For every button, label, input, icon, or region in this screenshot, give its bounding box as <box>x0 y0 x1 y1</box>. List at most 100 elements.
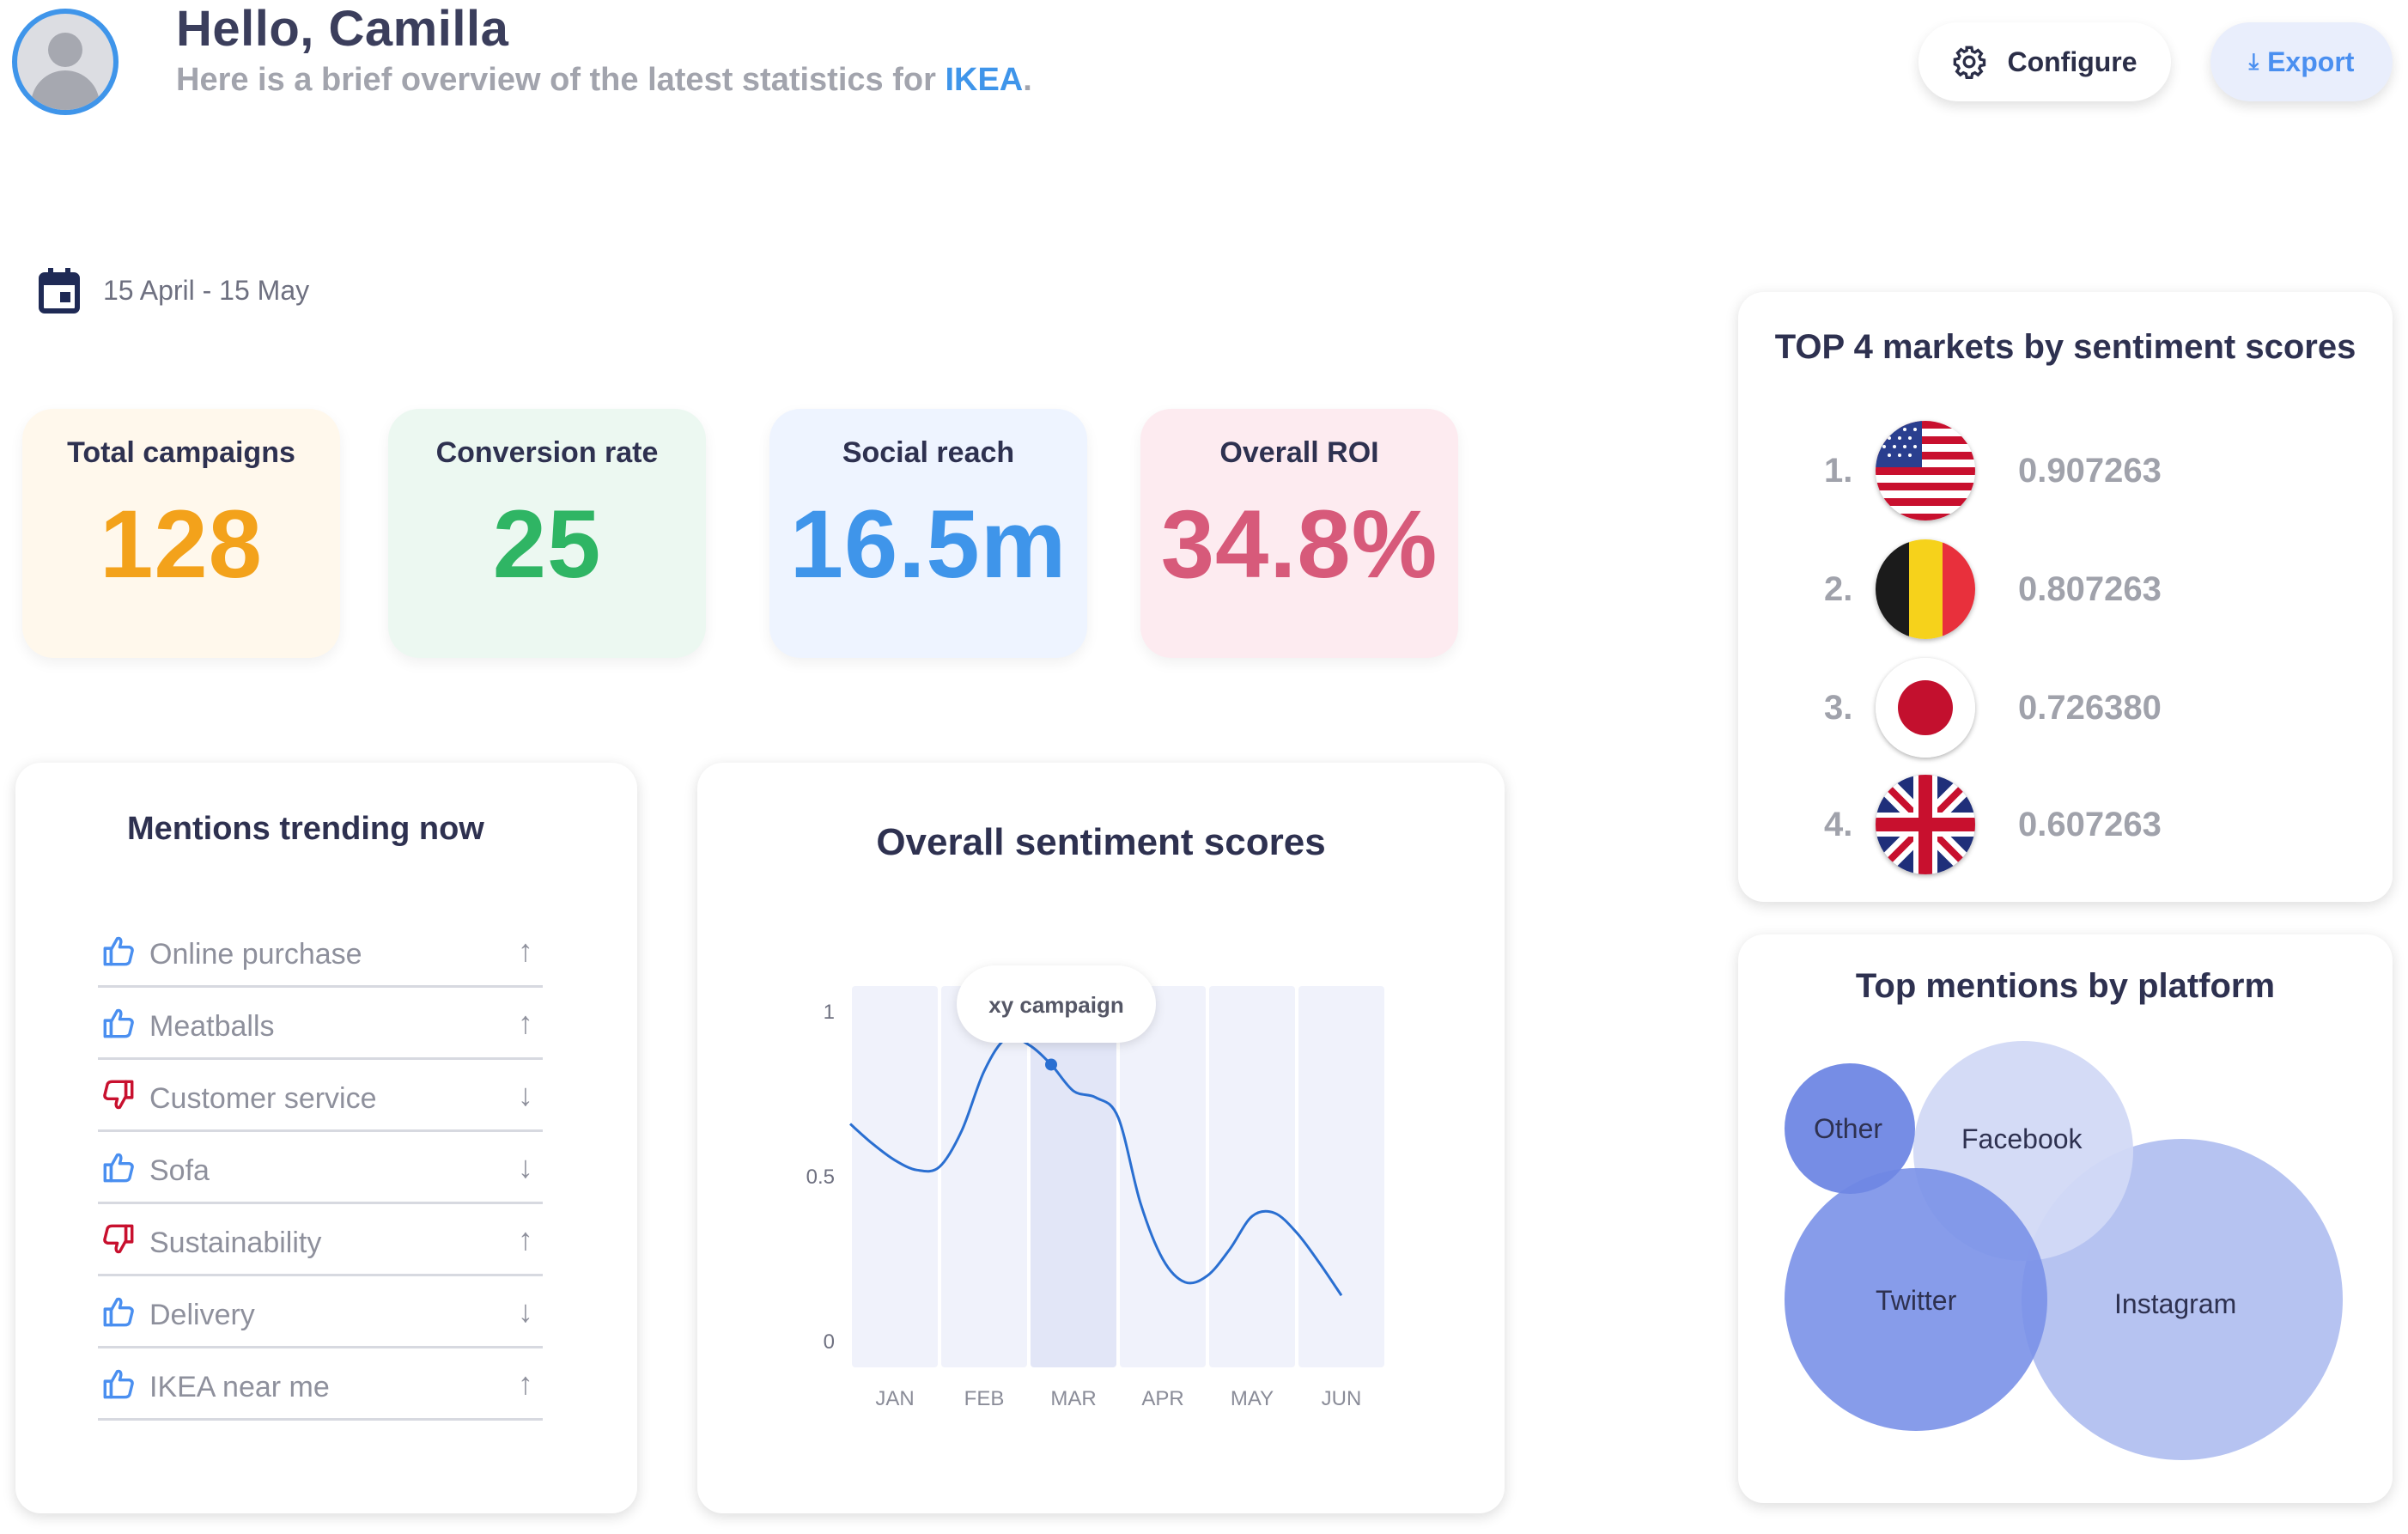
export-label: Export <box>2267 46 2355 77</box>
markets-panel: TOP 4 markets by sentiment scores 1. 0.9… <box>1738 292 2393 902</box>
mention-label: Customer service <box>149 1082 377 1115</box>
kpi-social-reach[interactable]: Social reach 16.5m <box>769 409 1087 658</box>
kpi-label: Conversion rate <box>435 436 659 469</box>
mention-label: IKEA near me <box>149 1371 330 1403</box>
sentiment-chart[interactable]: JAN FEB MAR APR MAY JUN 0 0.5 1 xy campaign <box>697 763 1505 1513</box>
thumbs-up-icon <box>98 1150 139 1184</box>
gear-icon <box>1954 46 1986 79</box>
uk-flag-icon <box>1876 775 1975 874</box>
brand-name: IKEA <box>945 62 1024 98</box>
date-range[interactable]: 15 April - 15 May <box>38 266 309 314</box>
kpi-label: Overall ROI <box>1219 436 1379 469</box>
thumbs-down-icon <box>98 1222 139 1257</box>
thumbs-up-icon <box>98 1294 139 1329</box>
mention-label: Sustainability <box>149 1227 322 1259</box>
market-score: 0.907263 <box>2018 451 2162 490</box>
chart-column[interactable] <box>1031 986 1116 1367</box>
market-score: 0.726380 <box>2018 688 2162 727</box>
kpi-value: 128 <box>100 490 263 598</box>
subtitle: Here is a brief overview of the latest s… <box>176 62 1032 99</box>
y-tick-label: 0 <box>824 1330 835 1354</box>
chart-column[interactable] <box>852 986 938 1367</box>
kpi-total-campaigns[interactable]: Total campaigns 128 <box>22 409 340 658</box>
thumbs-up-icon <box>98 1367 139 1401</box>
mention-item[interactable]: Online purchase ↑ <box>98 916 543 988</box>
mention-item[interactable]: Delivery ↓ <box>98 1276 543 1348</box>
bubble-label: Twitter <box>1876 1285 1957 1316</box>
arrow-up-icon: ↑ <box>518 1365 533 1401</box>
configure-label: Configure <box>2007 46 2137 77</box>
x-tick-label: FEB <box>964 1387 1005 1410</box>
export-button[interactable]: ⤓ Export <box>2210 22 2393 101</box>
kpi-value: 16.5m <box>789 490 1067 598</box>
mention-item[interactable]: Sustainability ↑ <box>98 1204 543 1276</box>
market-rank: 2. <box>1824 569 1853 608</box>
thumbs-up-icon <box>98 934 139 968</box>
market-row[interactable]: 2. 0.807263 <box>1824 539 2162 639</box>
configure-button[interactable]: Configure <box>1918 22 2171 101</box>
market-rank: 3. <box>1824 688 1853 727</box>
y-tick-label: 0.5 <box>806 1166 835 1189</box>
mention-item[interactable]: Customer service ↓ <box>98 1060 543 1132</box>
kpi-value: 34.8% <box>1160 490 1438 598</box>
x-tick-label: MAR <box>1050 1387 1096 1410</box>
mention-label: Meatballs <box>149 1010 275 1043</box>
market-score: 0.607263 <box>2018 805 2162 843</box>
kpi-conversion-rate[interactable]: Conversion rate 25 <box>388 409 706 658</box>
arrow-down-icon: ↓ <box>518 1293 533 1329</box>
bubble-label: Instagram <box>2114 1288 2237 1319</box>
bubble-label: Facebook <box>1961 1123 2083 1154</box>
mention-item[interactable]: Meatballs ↑ <box>98 988 543 1060</box>
calendar-icon <box>39 268 80 313</box>
subtitle-text: Here is a brief overview of the latest s… <box>176 62 946 98</box>
x-tick-label: JUN <box>1322 1387 1362 1410</box>
mentions-panel: Mentions trending now Online purchase ↑ Me… <box>15 763 637 1513</box>
mention-item[interactable]: Sofa ↓ <box>98 1132 543 1204</box>
market-score: 0.807263 <box>2018 569 2162 608</box>
chart-column[interactable] <box>941 986 1027 1367</box>
x-tick-label: APR <box>1141 1387 1183 1410</box>
arrow-up-icon: ↑ <box>518 932 533 968</box>
mentions-title: Mentions trending now <box>127 811 484 847</box>
avatar[interactable] <box>12 9 119 115</box>
belgium-flag-icon <box>1876 539 1975 639</box>
thumbs-down-icon <box>98 1078 139 1112</box>
market-row[interactable]: 4. 0.607263 <box>1824 775 2162 874</box>
arrow-up-icon: ↑ <box>518 1221 533 1257</box>
mention-item[interactable]: IKEA near me ↑ <box>98 1348 543 1421</box>
mentions-list: Online purchase ↑ Meatballs ↑ Customer servi… <box>98 916 543 1421</box>
mention-label: Sofa <box>149 1154 210 1187</box>
chart-column[interactable] <box>1298 986 1384 1367</box>
platforms-panel: Top mentions by platform Other Facebook … <box>1738 934 2393 1503</box>
kpi-label: Social reach <box>842 436 1015 469</box>
japan-flag-icon <box>1876 658 1975 758</box>
download-icon: ⤓ <box>2248 48 2259 74</box>
thumbs-up-icon <box>98 1006 139 1040</box>
y-tick-label: 1 <box>824 1001 835 1024</box>
sentiment-panel: Overall sentiment scores JAN FEB MAR APR MAY… <box>697 763 1505 1513</box>
market-row[interactable]: 3. 0.726380 <box>1824 658 2162 758</box>
market-row[interactable]: 1. 0.907263 <box>1824 421 2162 520</box>
avatar-body <box>31 70 100 110</box>
markets-title: TOP 4 markets by sentiment scores <box>1774 328 2356 366</box>
market-rank: 1. <box>1824 451 1853 490</box>
arrow-down-icon: ↓ <box>518 1148 533 1184</box>
subtitle-end: . <box>1023 62 1032 98</box>
kpi-value: 25 <box>492 490 602 598</box>
chart-column[interactable] <box>1209 986 1295 1367</box>
bubble-label: Other <box>1814 1113 1883 1144</box>
market-rank: 4. <box>1824 805 1853 843</box>
highlight-point[interactable] <box>1045 1058 1057 1071</box>
mention-label: Delivery <box>149 1299 255 1331</box>
greeting: Hello, Camilla <box>176 1 509 57</box>
avatar-head <box>48 33 82 67</box>
mention-label: Online purchase <box>149 938 362 971</box>
x-tick-label: MAY <box>1231 1387 1274 1410</box>
platforms-title: Top mentions by platform <box>1855 967 2276 1005</box>
arrow-down-icon: ↓ <box>518 1076 533 1112</box>
tooltip-label: xy campaign <box>988 992 1124 1018</box>
kpi-label: Total campaigns <box>67 436 295 469</box>
arrow-up-icon: ↑ <box>518 1004 533 1040</box>
date-range-label: 15 April - 15 May <box>103 274 310 306</box>
kpi-overall-roi[interactable]: Overall ROI 34.8% <box>1140 409 1458 658</box>
